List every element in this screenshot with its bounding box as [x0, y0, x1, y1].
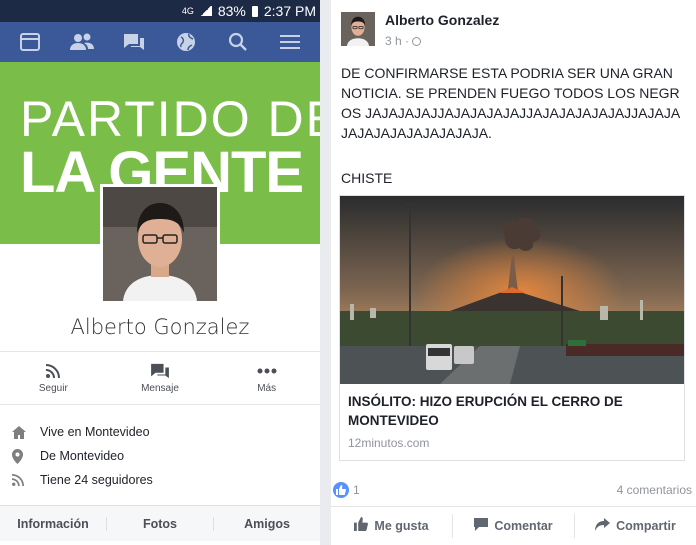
profile-tabs: Información Fotos Amigos: [0, 505, 320, 541]
author-avatar[interactable]: [341, 12, 375, 46]
menu-icon[interactable]: [277, 29, 303, 55]
friends-icon[interactable]: [69, 29, 95, 55]
top-nav-bar: [0, 22, 320, 62]
post-actions: Me gusta Comentar Compartir: [331, 506, 696, 544]
tab-photos[interactable]: Fotos: [107, 516, 214, 531]
comments-count[interactable]: 4 comentarios: [617, 483, 692, 497]
cover-text-line1: PARTIDO DE: [20, 91, 320, 147]
more-label: Más: [257, 382, 277, 394]
signal-icon: [199, 6, 212, 16]
post-screen: Alberto Gonzalez 3 h · DE CONFIRMARSE ES…: [331, 0, 696, 545]
info-row-lives: Vive en Montevideo: [0, 420, 320, 444]
news-feed-icon[interactable]: [17, 29, 43, 55]
privacy-globe-icon: [412, 36, 422, 46]
info-row-followers: Tiene 24 seguidores: [0, 468, 320, 492]
follow-button[interactable]: Seguir: [0, 352, 107, 404]
link-domain: 12minutos.com: [348, 436, 430, 450]
like-reaction-icon: [333, 482, 349, 498]
profile-actions: Seguir Mensaje Más: [0, 351, 320, 405]
share-button[interactable]: Compartir: [575, 514, 696, 538]
post-meta: 3 h ·: [385, 34, 499, 48]
clock: 2:37 PM: [263, 3, 316, 19]
info-row-from: De Montevideo: [0, 444, 320, 468]
reaction-count: 1: [353, 483, 360, 497]
share-label: Compartir: [616, 518, 676, 533]
search-icon[interactable]: [225, 29, 251, 55]
tab-friends[interactable]: Amigos: [214, 517, 320, 531]
messages-icon[interactable]: [121, 29, 147, 55]
more-button[interactable]: Más: [213, 352, 320, 404]
tab-information[interactable]: Información: [0, 516, 107, 531]
comment-button[interactable]: Comentar: [453, 513, 575, 538]
link-image: [340, 196, 684, 384]
post-joke: CHISTE: [341, 170, 393, 186]
comment-label: Comentar: [494, 518, 553, 533]
post-text: DE CONFIRMARSE ESTA PODRIA SER UNA GRAN …: [341, 65, 681, 141]
thumbs-up-icon: [354, 517, 369, 534]
status-bar: 4G 83% 2:37 PM: [0, 0, 320, 22]
like-label: Me gusta: [374, 518, 429, 533]
post-time[interactable]: 3 h ·: [385, 34, 409, 48]
more-icon: [257, 363, 277, 379]
info-followers-text: Tiene 24 seguidores: [40, 473, 153, 487]
message-icon: [150, 363, 170, 379]
network-label: 4G: [181, 6, 194, 16]
rss-icon: [46, 363, 61, 379]
rss-icon: [12, 474, 40, 486]
post-author[interactable]: Alberto Gonzalez: [385, 12, 499, 28]
comment-icon: [474, 517, 489, 534]
post-header: Alberto Gonzalez 3 h ·: [341, 12, 499, 48]
share-icon: [595, 517, 611, 534]
message-label: Mensaje: [141, 382, 179, 394]
intro-section: Vive en Montevideo De Montevideo Tiene 2…: [0, 420, 320, 492]
info-from-text: De Montevideo: [40, 449, 125, 463]
battery-icon: [251, 5, 258, 17]
follow-label: Seguir: [38, 382, 68, 394]
home-icon: [12, 425, 40, 439]
profile-picture[interactable]: [100, 184, 220, 304]
reaction-summary[interactable]: 1: [333, 482, 360, 498]
message-button[interactable]: Mensaje: [107, 352, 214, 404]
link-title: INSÓLITO: HIZO ERUPCIÓN EL CERRO DE MONT…: [348, 394, 623, 428]
battery-label: 83%: [217, 3, 246, 19]
profile-name: Alberto Gonzalez: [70, 315, 250, 339]
profile-screen: 4G 83% 2:37 PM PARTIDO DE LA GENTE Alber…: [0, 0, 320, 545]
location-pin-icon: [12, 448, 40, 464]
globe-icon[interactable]: [173, 29, 199, 55]
info-lives-text: Vive en Montevideo: [40, 425, 150, 439]
reactions-bar: 1 4 comentarios: [331, 478, 696, 502]
like-button[interactable]: Me gusta: [331, 513, 453, 538]
link-preview[interactable]: INSÓLITO: HIZO ERUPCIÓN EL CERRO DE MONT…: [339, 195, 685, 461]
